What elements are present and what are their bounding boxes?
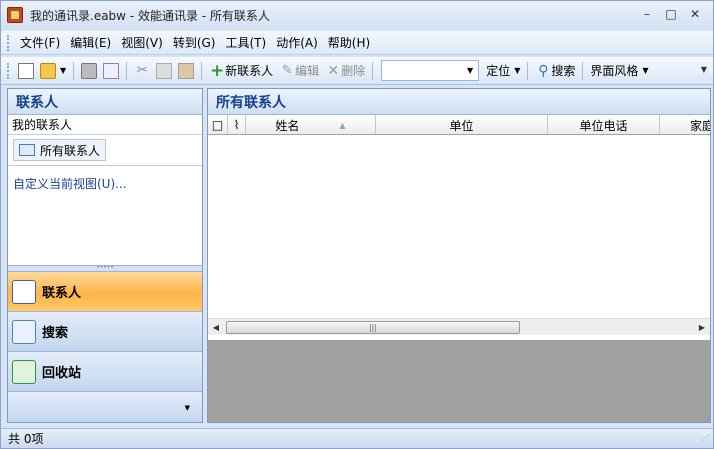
- contact-card-icon: [12, 279, 36, 304]
- table-header: □ ⌇ 姓名 ▲ 单位 单位电话 家庭: [208, 115, 710, 135]
- print-preview-icon: [103, 62, 120, 79]
- contacts-list-panel: 所有联系人 □ ⌇ 姓名 ▲ 单位 单位电话 家庭 ◀ ||| ▶: [207, 88, 711, 423]
- edit-label: 编辑: [295, 64, 320, 78]
- interface-style-button[interactable]: 界面风格 ▼: [587, 60, 651, 82]
- open-folder-icon: [40, 62, 56, 79]
- toolbar-grip[interactable]: [7, 62, 11, 79]
- search-icon: ⚲: [538, 62, 549, 79]
- column-header-name[interactable]: 姓名 ▲: [246, 115, 376, 134]
- paste-button[interactable]: [175, 60, 197, 82]
- open-file-button[interactable]: ▼: [37, 60, 69, 82]
- contact-card-icon: [19, 144, 35, 156]
- customize-view-link[interactable]: 自定义当前视图(U)...: [8, 175, 202, 192]
- new-contact-button[interactable]: + 新联系人: [206, 60, 276, 82]
- edit-button[interactable]: ✎ 编辑: [276, 60, 322, 82]
- delete-button[interactable]: ✕ 删除: [322, 60, 368, 82]
- toolbar-overflow-button[interactable]: ▼: [699, 65, 709, 81]
- left-navigation-panel: 联系人 我的联系人 所有联系人 自定义当前视图(U)... ••••• 联系人 …: [7, 88, 203, 423]
- sort-up-icon: ▲: [339, 120, 346, 130]
- menu-goto[interactable]: 转到(G): [168, 34, 221, 51]
- toolbar-separator: [126, 61, 128, 80]
- chevron-down-icon: ▼: [642, 66, 649, 75]
- search-label: 搜索: [551, 64, 576, 78]
- scissors-icon: ✂: [136, 62, 148, 78]
- toolbar-separator: [201, 61, 203, 80]
- menu-help[interactable]: 帮助(H): [323, 34, 375, 51]
- title-bar: 我的通讯录.eabw - 效能通讯录 - 所有联系人 – □ ✕: [1, 1, 713, 29]
- chevron-down-icon[interactable]: ▼: [60, 66, 66, 75]
- copy-button[interactable]: [153, 60, 175, 82]
- my-contacts-label[interactable]: 我的联系人: [8, 115, 202, 135]
- scroll-right-icon[interactable]: ▶: [694, 319, 710, 336]
- toolbar-separator: [372, 61, 374, 80]
- plus-icon: +: [210, 60, 225, 81]
- nav-contacts-label: 联系人: [42, 286, 82, 301]
- clipboard-icon: [178, 62, 195, 79]
- window-controls: – □ ✕: [635, 5, 707, 23]
- status-count: 共 0项: [8, 432, 44, 446]
- search-button[interactable]: ⚲ 搜索: [532, 60, 578, 82]
- pencil-icon: ✎: [281, 62, 293, 78]
- all-contacts-label: 所有联系人: [40, 143, 101, 158]
- toolbar: ▼ ✂ + 新联系人 ✎ 编辑 ✕ 删除 ▼ 定位 ▼ ⚲ 搜索 界面风格 ▼ ▼: [1, 57, 713, 85]
- magnifier-icon: [12, 319, 36, 344]
- scroll-left-icon[interactable]: ◀: [208, 319, 224, 336]
- window-title: 我的通讯录.eabw - 效能通讯录 - 所有联系人: [30, 8, 270, 23]
- close-button[interactable]: ✕: [683, 5, 707, 23]
- app-window: 我的通讯录.eabw - 效能通讯录 - 所有联系人 – □ ✕ 文件(F) 编…: [0, 0, 714, 449]
- scroll-thumb[interactable]: |||: [226, 321, 520, 334]
- printer-icon: [81, 62, 98, 79]
- app-logo-icon: [7, 7, 23, 23]
- recycle-icon: [12, 359, 36, 384]
- delete-x-icon: ✕: [327, 62, 340, 79]
- divider: [8, 165, 202, 166]
- maximize-button[interactable]: □: [659, 5, 683, 23]
- menu-view[interactable]: 视图(V): [116, 34, 168, 51]
- toolbar-separator: [527, 61, 529, 80]
- menu-file[interactable]: 文件(F): [15, 34, 65, 51]
- print-preview-button[interactable]: [100, 60, 122, 82]
- nav-contacts-button[interactable]: 联系人: [8, 271, 202, 311]
- nav-recycle-label: 回收站: [42, 366, 82, 381]
- cut-button[interactable]: ✂: [131, 60, 153, 82]
- delete-label: 删除: [341, 64, 366, 78]
- horizontal-scrollbar[interactable]: ◀ ||| ▶: [208, 318, 710, 335]
- document-column-icon[interactable]: □: [208, 115, 228, 134]
- chevron-down-icon: ▼: [514, 66, 521, 75]
- column-header-company-phone[interactable]: 单位电话: [548, 115, 660, 134]
- nav-search-label: 搜索: [42, 326, 69, 341]
- nav-overflow-bar[interactable]: ▼: [8, 391, 202, 422]
- locate-button[interactable]: 定位 ▼: [483, 60, 523, 82]
- menubar-grip[interactable]: [7, 34, 11, 51]
- menu-bar: 文件(F) 编辑(E) 视图(V) 转到(G) 工具(T) 动作(A) 帮助(H…: [1, 31, 713, 55]
- menu-actions[interactable]: 动作(A): [271, 34, 323, 51]
- copy-icon: [156, 62, 173, 79]
- column-name-label: 姓名: [275, 118, 300, 133]
- left-panel-header: 联系人: [8, 89, 202, 115]
- column-header-company[interactable]: 单位: [376, 115, 548, 134]
- status-bar: 共 0项 ⋰: [1, 428, 713, 448]
- column-header-home[interactable]: 家庭: [660, 115, 710, 134]
- new-file-button[interactable]: [15, 60, 37, 82]
- new-contact-label: 新联系人: [225, 64, 274, 78]
- menu-tools[interactable]: 工具(T): [220, 34, 271, 51]
- chevron-down-icon[interactable]: ▼: [467, 66, 473, 75]
- new-document-icon: [18, 62, 34, 79]
- menu-edit[interactable]: 编辑(E): [65, 34, 116, 51]
- style-label: 界面风格: [590, 64, 639, 78]
- right-panel-header: 所有联系人: [208, 89, 710, 115]
- toolbar-separator: [73, 61, 75, 80]
- locate-label: 定位: [486, 64, 511, 78]
- resize-grip-icon[interactable]: ⋰: [702, 433, 710, 442]
- reading-pane: [208, 340, 710, 422]
- locate-combo-input[interactable]: ▼: [381, 60, 480, 81]
- nav-recycle-button[interactable]: 回收站: [8, 351, 202, 391]
- toolbar-separator: [582, 61, 584, 80]
- print-button[interactable]: [78, 60, 100, 82]
- nav-search-button[interactable]: 搜索: [8, 311, 202, 351]
- attachment-column-icon[interactable]: ⌇: [228, 115, 246, 134]
- minimize-button[interactable]: –: [635, 5, 659, 23]
- all-contacts-item[interactable]: 所有联系人: [13, 139, 107, 161]
- chevron-down-icon[interactable]: ▼: [185, 404, 190, 412]
